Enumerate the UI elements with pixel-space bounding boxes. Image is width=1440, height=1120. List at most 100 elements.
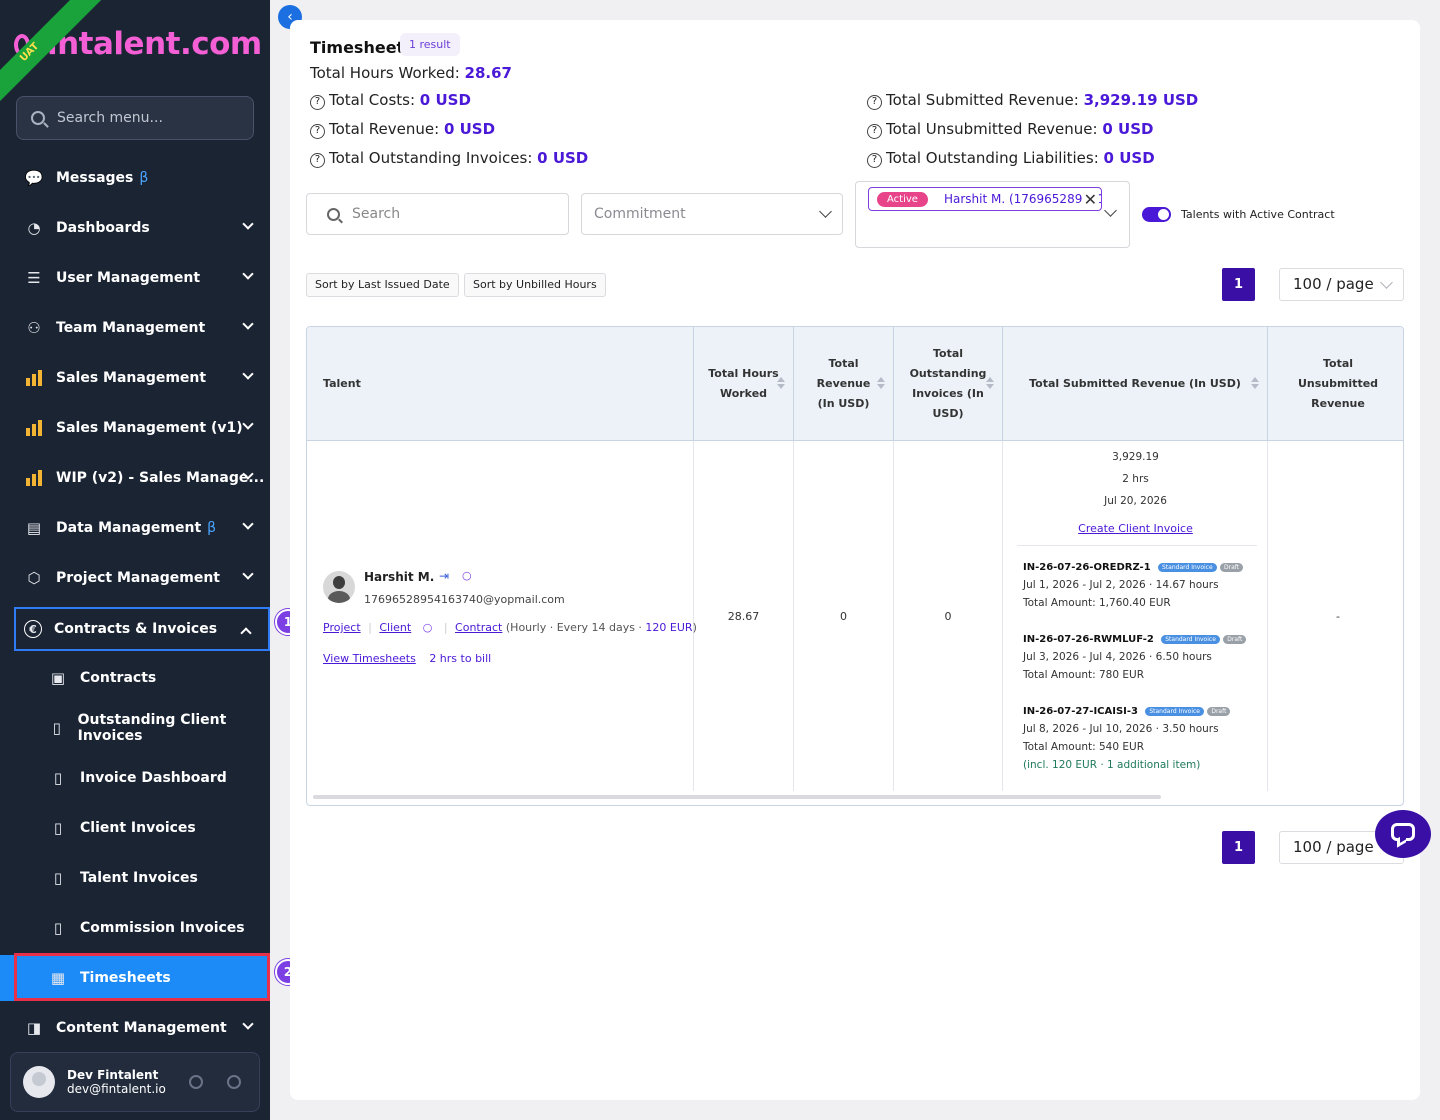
horizontal-scrollbar[interactable] [313,795,1161,799]
chat-icon[interactable]: ○ [423,621,433,634]
menu-search-input[interactable] [57,110,237,126]
help-icon[interactable]: ? [310,124,325,139]
view-timesheets-link[interactable]: View Timesheets [323,652,416,665]
contract-link[interactable]: Contract [455,621,502,634]
invoice-item[interactable]: IN-26-07-26-OREDRZ-1 Standard Invoice Dr… [1023,561,1258,609]
sidebar-item-outstanding-client-invoices[interactable]: ▯ Outstanding Client Invoices [0,705,270,751]
hrs-to-bill: 2 hrs to bill [429,652,492,665]
sidebar-item-dashboards[interactable]: ◔ Dashboards [0,205,270,251]
chevron-down-icon [1380,276,1393,289]
stat-label: Total Outstanding Invoices: [329,149,533,167]
search-input[interactable] [352,206,552,222]
sidebar-item-messages[interactable]: 💬 Messages β [0,155,270,201]
column-header-revenue[interactable]: Total Revenue (In USD) [794,327,894,441]
sidebar-item-sales-management-v1[interactable]: Sales Management (v1) [0,405,270,451]
avatar [323,571,355,603]
column-header-talent[interactable]: Talent [307,327,694,441]
invoice-status-badge: Draft [1207,707,1231,716]
sidebar-item-project-management[interactable]: ⬡ Project Management [0,555,270,601]
commitment-select[interactable]: Commitment [581,193,843,235]
invoice-period: Jul 8, 2026 - Jul 10, 2026 · 3.50 hours [1023,723,1219,735]
stat-value: 3,929.19 USD [1083,91,1199,109]
cell-outstanding: 0 [894,441,1003,791]
support-chat-button[interactable] [1375,810,1431,858]
chat-icon[interactable]: ○ [462,569,472,582]
close-icon[interactable]: ✕ [1081,190,1097,209]
column-header-outstanding[interactable]: Total Outstanding Invoices (In USD) [894,327,1003,441]
pagination-page-1-bottom[interactable]: 1 [1222,831,1255,864]
login-as-icon[interactable]: ⇥ [439,569,449,583]
sort-last-issued-button[interactable]: Sort by Last Issued Date [306,273,459,297]
sidebar-item-talent-invoices[interactable]: ▯ Talent Invoices [0,855,270,901]
bar-chart-icon [24,468,44,488]
sidebar-item-label: User Management [56,270,201,286]
sort-icon[interactable] [1251,377,1259,391]
sidebar-item-label: Data Management [56,520,202,536]
column-header-hours[interactable]: Total Hours Worked [694,327,794,441]
sidebar-item-sales-management[interactable]: Sales Management [0,355,270,401]
submitted-hours: 2 hrs [1122,473,1149,485]
status-badge: Active [877,191,928,207]
talent-email: 17696528954163740@yopmail.com [364,593,565,606]
page-size-select[interactable]: 100 / page [1279,268,1404,301]
sidebar-item-content-management[interactable]: ◨ Content Management [0,1005,270,1051]
pagination-page-1[interactable]: 1 [1222,268,1255,301]
user-card[interactable]: Dev Fintalent dev@fintalent.io [10,1052,260,1112]
column-header-unsubmitted[interactable]: Total Unsubmitted Revenue [1268,327,1403,441]
column-header-submitted[interactable]: Total Submitted Revenue (In USD) [1003,327,1268,441]
bar-chart-icon [24,368,44,388]
search-field[interactable] [306,193,569,235]
document-alert-icon: ▯ [52,719,61,737]
sidebar-item-team-management[interactable]: ⚇ Team Management [0,305,270,351]
talent-select[interactable]: Active Harshit M. (17696528954163740@yop… [855,181,1130,248]
help-icon[interactable]: ? [867,124,882,139]
sidebar-item-contracts[interactable]: ▣ Contracts [0,655,270,701]
user-list-icon: ☰ [27,269,41,287]
page-title: Timesheets [310,38,414,57]
total-revenue-stat: ? Total Revenue: 0 USD [310,120,495,139]
user-email: dev@fintalent.io [67,1082,166,1096]
sidebar-item-timesheets[interactable]: ▦ Timesheets [0,953,270,1001]
stat-value: 0 USD [443,120,496,138]
help-icon[interactable]: ? [310,153,325,168]
sidebar-item-user-management[interactable]: ☰ User Management [0,255,270,301]
sort-icon[interactable] [777,377,785,391]
eye-icon[interactable] [189,1075,203,1089]
client-link[interactable]: Client [379,621,411,634]
result-count-badge: 1 result [400,33,460,56]
stat-value: 0 USD [1102,120,1154,138]
help-icon[interactable]: ? [310,95,325,110]
sort-unbilled-hours-button[interactable]: Sort by Unbilled Hours [464,273,606,297]
selected-talent-tag[interactable]: Active Harshit M. (17696528954163740@yop… [868,187,1102,211]
chevron-down-icon [242,368,254,380]
sidebar-item-contracts-invoices[interactable]: € Contracts & Invoices [14,607,270,651]
sort-icon[interactable] [986,377,994,391]
submitted-amount: 3,929.19 [1112,451,1159,463]
cell-submitted: 3,929.19 2 hrs Jul 20, 2026 Create Clien… [1003,441,1268,791]
sort-icon[interactable] [877,377,885,391]
sidebar-item-commission-invoices[interactable]: ▯ Commission Invoices [0,905,270,951]
talent-links: Project | Client ○ | Contract (Hourly · … [323,621,697,634]
create-client-invoice-link[interactable]: Create Client Invoice [1003,522,1268,535]
invoice-item[interactable]: IN-26-07-26-RWMLUF-2 Standard Invoice Dr… [1023,633,1258,681]
sidebar-item-data-management[interactable]: ▤ Data Management β [0,505,270,551]
invoice-item[interactable]: IN-26-07-27-ICAISI-3 Standard Invoice Dr… [1023,705,1258,771]
table-header: Talent Total Hours Worked Total Revenue … [307,327,1403,441]
sidebar-item-label: Sales Management (v1) [56,420,243,436]
chevron-down-icon [242,1018,254,1030]
menu-search[interactable] [16,96,254,140]
invoice-type-badge: Standard Invoice [1145,707,1204,716]
sidebar-item-invoice-dashboard[interactable]: ▯ Invoice Dashboard [0,755,270,801]
divider [1017,545,1257,546]
active-contract-toggle[interactable] [1142,207,1171,222]
help-icon[interactable]: ? [867,153,882,168]
help-icon[interactable]: ? [867,95,882,110]
bar-chart-icon [24,418,44,438]
sidebar-item-label: Contracts & Invoices [54,621,218,637]
sidebar-item-client-invoices[interactable]: ▯ Client Invoices [0,805,270,851]
logout-icon[interactable] [227,1075,241,1089]
total-unsubmitted-revenue-stat: ? Total Unsubmitted Revenue: 0 USD [867,120,1153,139]
sidebar-item-wip-sales-management[interactable]: WIP (v2) - Sales Manage... [0,455,270,501]
project-link[interactable]: Project [323,621,361,634]
invoice-status-badge: Draft [1220,563,1244,572]
